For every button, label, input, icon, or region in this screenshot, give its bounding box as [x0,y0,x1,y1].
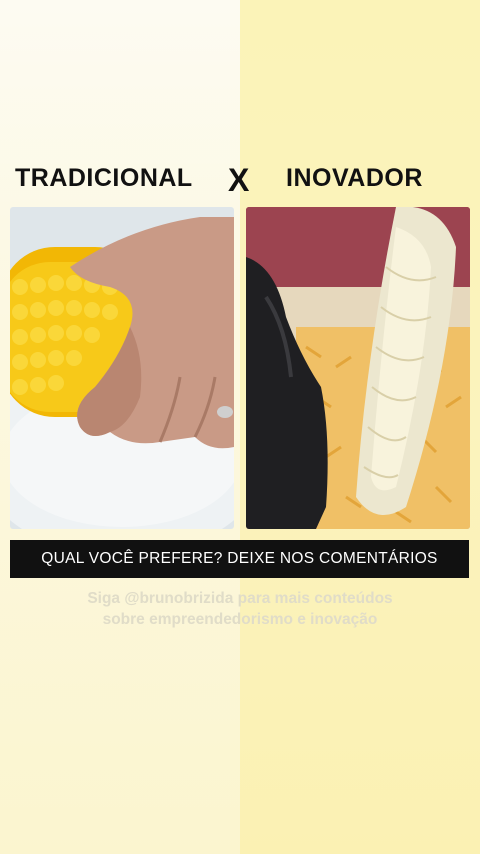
credit-line-1: Siga @brunobrizida para mais conteúdos [87,590,393,607]
corn-on-cob-hand-image [10,207,234,529]
credit-line-2: sobre empreendedorismo e inovação [102,611,378,628]
title-innovative: INOVADOR [286,164,423,192]
corn-grated-glove-image [246,207,470,529]
title-traditional: TRADICIONAL [15,164,193,192]
question-banner: QUAL VOCÊ PREFERE? DEIXE NOS COMENTÁRIOS [10,540,469,578]
versus-mark: X [228,162,250,198]
